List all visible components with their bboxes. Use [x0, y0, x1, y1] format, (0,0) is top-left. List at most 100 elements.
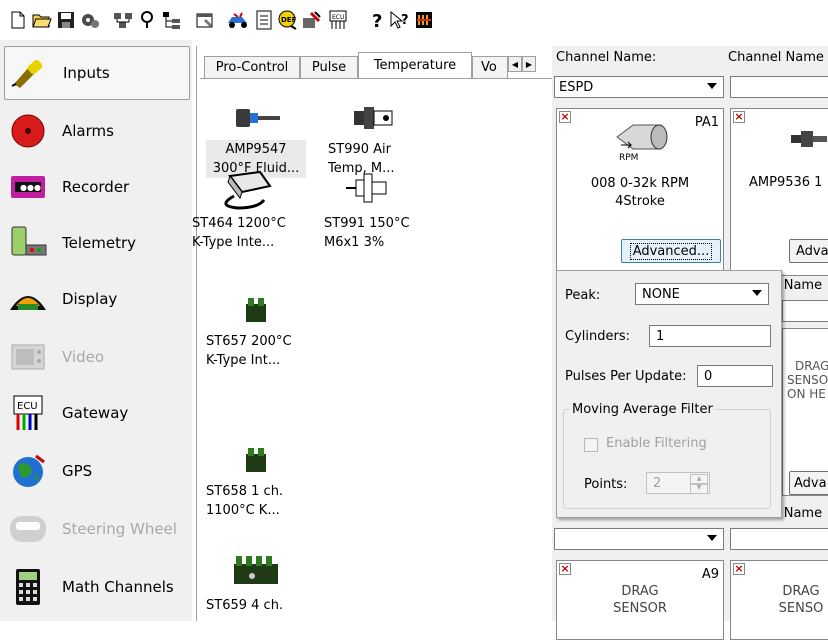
peak-value: NONE — [642, 286, 680, 302]
vehicle-icon[interactable] — [226, 8, 250, 32]
sidebar-item-gps[interactable]: GPS — [4, 444, 190, 498]
about-icon[interactable] — [412, 8, 436, 32]
sensor-description: M6x1 3% — [324, 235, 385, 250]
channel-card[interactable]: × AMP9536 1 Adva — [730, 108, 828, 276]
advanced-button[interactable]: Adva — [789, 471, 828, 495]
sensor-item[interactable]: ST659 4 ch. — [206, 556, 326, 615]
def-icon[interactable]: DEF — [276, 8, 300, 32]
tab-voltage[interactable]: Vo — [472, 56, 508, 78]
sidebar-item-label: Display — [62, 290, 118, 308]
sidebar-item-label: Steering Wheel — [62, 520, 177, 538]
sidebar-item-label: Recorder — [62, 178, 130, 196]
points-label-text: Points: — [584, 477, 628, 492]
channel-name-combo[interactable]: ESPD — [554, 76, 724, 98]
properties-icon[interactable] — [194, 8, 218, 32]
tab-scroll-left-button[interactable]: ◀ — [508, 56, 522, 72]
channel-name-label: l Name — [776, 506, 823, 521]
svg-text:?: ? — [401, 13, 409, 28]
tab-label: Temperature — [373, 58, 457, 73]
channel-name-label: Channel Name — [728, 50, 824, 65]
channel-card[interactable]: × A9 DRAG SENSOR — [556, 560, 724, 640]
cylinders-label: Cylinders: — [565, 329, 630, 344]
settings-icon[interactable] — [78, 8, 102, 32]
tools-icon[interactable] — [300, 8, 324, 32]
tab-pulse[interactable]: Pulse — [300, 56, 358, 78]
open-icon[interactable] — [30, 8, 54, 32]
svg-text:ECU: ECU — [332, 14, 344, 21]
sensor-category-tabs: Pro-Control Pulse Temperature Vo ◀ ▶ — [200, 50, 552, 78]
points-label: Points: — [584, 477, 627, 492]
probe-sensor-icon — [344, 168, 464, 208]
new-icon[interactable] — [6, 8, 30, 32]
sensor-item[interactable]: ST464 1200°C K-Type Inte... — [192, 170, 312, 252]
enable-filtering-checkbox[interactable] — [584, 438, 598, 452]
button-label: Adva — [794, 475, 827, 491]
tab-pro-control[interactable]: Pro-Control — [204, 56, 300, 78]
tab-scroll-right-button[interactable]: ▶ — [522, 56, 536, 72]
button-label: Adva — [796, 243, 828, 259]
group-title: Moving Average Filter — [570, 402, 715, 417]
sensor-description: K-Type Int... — [206, 353, 281, 368]
remove-channel-icon[interactable]: × — [559, 111, 571, 123]
help-icon[interactable]: ? — [366, 8, 390, 32]
channel-sensor-text: DRAG SENSO ON HE — [783, 359, 828, 401]
tab-temperature[interactable]: Temperature — [358, 52, 472, 78]
find-icon[interactable] — [136, 8, 160, 32]
sidebar-item-math-channels[interactable]: Math Channels — [4, 560, 190, 614]
recorder-icon: ●●● — [8, 168, 48, 206]
remove-channel-icon[interactable]: × — [559, 563, 571, 575]
channel-sensor-line: SENSO — [778, 601, 824, 616]
channel-card[interactable]: × DRAG SENSO — [730, 560, 828, 640]
channel-name-combo[interactable] — [730, 76, 828, 98]
sidebar-item-label: Alarms — [62, 122, 114, 140]
sidebar-item-display[interactable]: Display — [4, 272, 190, 326]
tree-icon[interactable] — [160, 8, 184, 32]
channel-sensor-line: ON HE — [787, 387, 826, 401]
advanced-button[interactable]: Adva — [789, 239, 828, 263]
tab-divider — [200, 78, 552, 79]
sidebar-item-inputs[interactable]: Inputs — [4, 46, 190, 100]
sensor-item[interactable]: ST657 200°C K-Type Int... — [206, 298, 326, 370]
remove-channel-icon[interactable]: × — [733, 111, 745, 123]
sidebar-item-telemetry[interactable]: Telemetry — [4, 216, 190, 270]
channel-card[interactable]: DRAG SENSO ON HE Adva — [782, 328, 828, 496]
channel-card[interactable]: × PA1 RPM 008 0-32k RPM 4Stroke Advanced… — [556, 108, 724, 276]
peak-select[interactable]: NONE — [635, 283, 769, 305]
sidebar-item-label: Telemetry — [62, 234, 137, 252]
gps-globe-icon — [8, 452, 48, 490]
sensor-item[interactable]: ST990 Air Temp, M... — [328, 96, 448, 178]
sensor-name: AMP9547 — [225, 142, 287, 157]
sidebar-item-label: Gateway — [62, 404, 129, 422]
sensor-name: ST658 1 ch. — [206, 484, 284, 499]
sensor-name: ST990 Air — [328, 142, 391, 157]
calculator-icon — [8, 568, 48, 606]
amp-sensor-icon — [787, 127, 827, 155]
multi-module-sensor-icon — [228, 548, 348, 592]
sidebar-item-recorder[interactable]: ●●● Recorder — [4, 160, 190, 214]
sidebar-item-gateway[interactable]: ECU Gateway — [4, 386, 190, 440]
channel-sensor-line: 4Stroke — [615, 194, 665, 209]
remove-channel-icon[interactable]: × — [733, 563, 745, 575]
points-spinner[interactable]: 2 ▲ ▼ — [646, 472, 710, 494]
channel-name-combo[interactable] — [554, 528, 724, 550]
save-icon[interactable] — [54, 8, 78, 32]
channel-name-label: Channel Name: — [556, 50, 657, 65]
channel-sensor-line: SENSOR — [613, 601, 667, 616]
cylinders-input[interactable]: 1 — [649, 325, 771, 347]
spinner-down-icon[interactable]: ▼ — [690, 483, 708, 494]
svg-text:DEF: DEF — [281, 16, 297, 24]
rpm-label: RPM — [619, 153, 639, 163]
advanced-button[interactable]: Advanced... — [621, 239, 721, 263]
channel-name-combo[interactable] — [782, 300, 828, 322]
channel-name-combo[interactable] — [730, 528, 828, 550]
report-icon[interactable] — [252, 8, 276, 32]
sensor-item[interactable]: ST658 1 ch. 1100°C K... — [206, 448, 326, 520]
sensor-item[interactable]: ST991 150°C M6x1 3% — [324, 173, 444, 252]
video-icon — [8, 338, 48, 376]
context-help-icon[interactable]: ? — [388, 8, 412, 32]
pulses-per-update-input[interactable]: 0 — [697, 365, 773, 387]
network-icon[interactable] — [112, 8, 136, 32]
sidebar-item-alarms[interactable]: Alarms — [4, 104, 190, 158]
ecu-icon[interactable]: ECU — [326, 8, 350, 32]
channel-sensor-line: 008 0-32k RPM — [590, 176, 690, 191]
